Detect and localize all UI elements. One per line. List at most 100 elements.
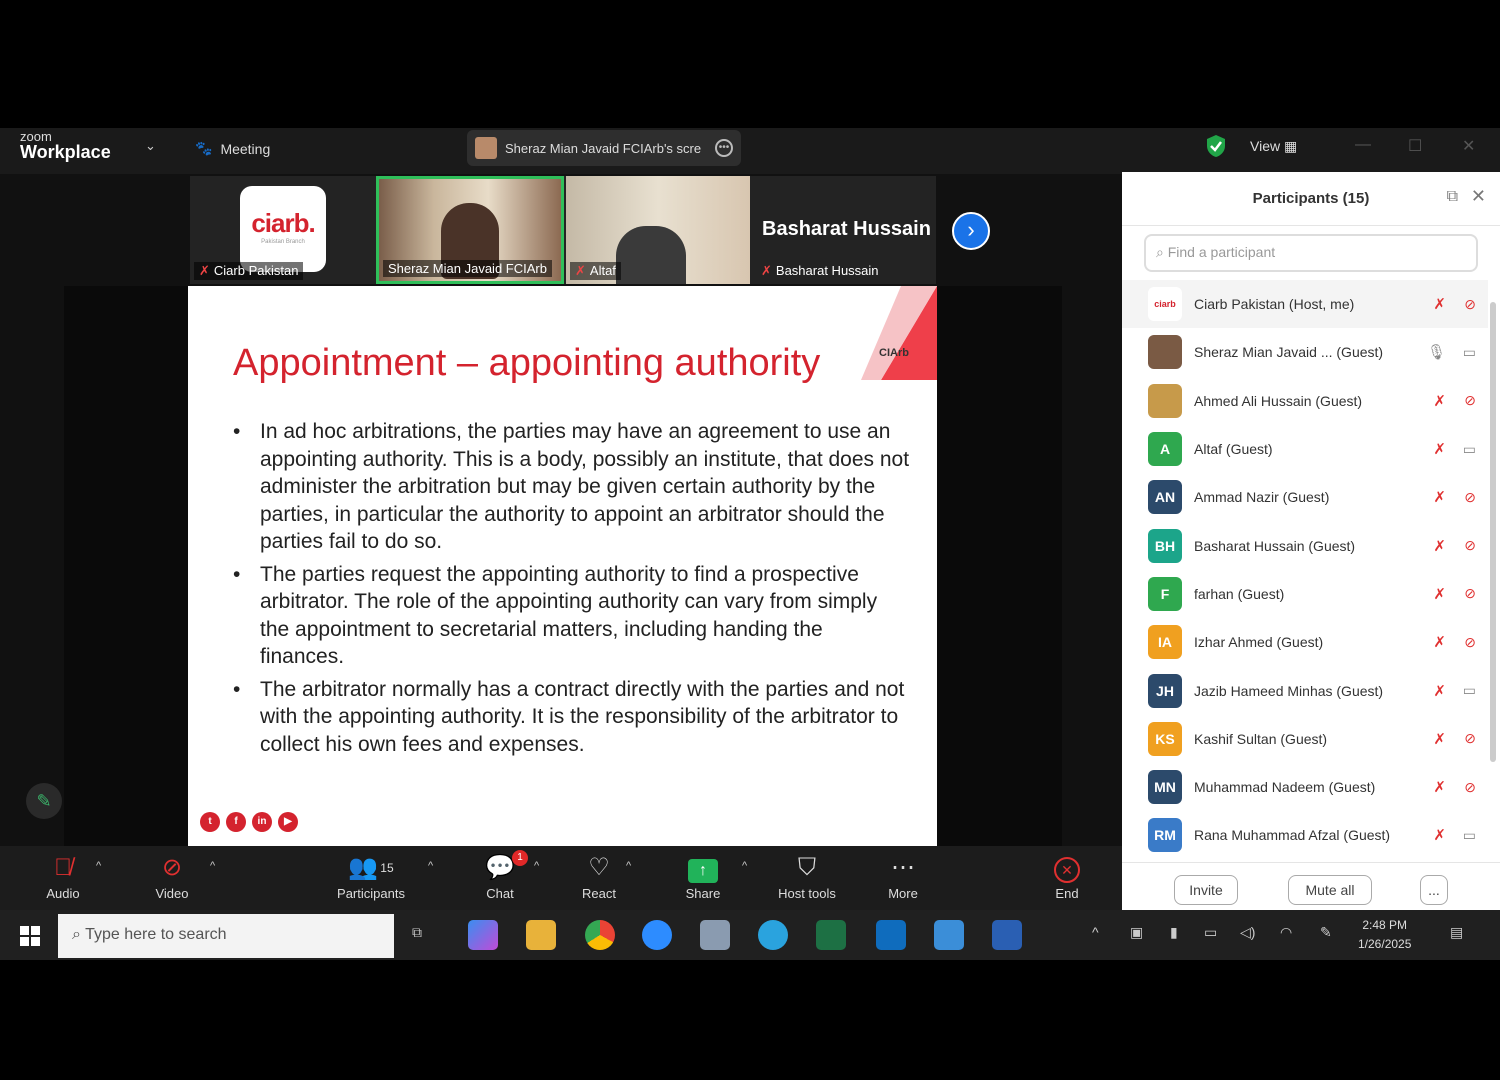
- close-panel-icon[interactable]: ✕: [1471, 186, 1486, 207]
- photos-icon[interactable]: [934, 920, 964, 950]
- participant-name: Izhar Ahmed (Guest): [1194, 634, 1324, 651]
- mic-muted-icon: ✗: [199, 263, 210, 278]
- mic-muted-icon[interactable]: ✗: [1433, 488, 1446, 506]
- more-button[interactable]: ⋯ More: [880, 852, 926, 901]
- participant-row[interactable]: Ahmed Ali Hussain (Guest) ✗ ⊘: [1122, 377, 1488, 425]
- taskbar-search-input[interactable]: ⌕ Type here to search: [58, 914, 394, 958]
- participant-row[interactable]: MN Muhammad Nadeem (Guest) ✗ ⊘: [1122, 763, 1488, 811]
- video-tile-sheraz[interactable]: Sheraz Mian Javaid FCIArb: [376, 176, 564, 284]
- share-button[interactable]: ↑ Share: [680, 852, 726, 901]
- view-button[interactable]: View ▦: [1250, 138, 1297, 155]
- camera-icon[interactable]: ▭: [1463, 344, 1476, 361]
- battery-icon[interactable]: ▭: [1204, 924, 1217, 941]
- host-tools-button[interactable]: ⛉ Host tools: [770, 852, 844, 901]
- telegram-icon[interactable]: [758, 920, 788, 950]
- maximize-icon[interactable]: ☐: [1408, 136, 1422, 156]
- participant-row[interactable]: Sheraz Mian Javaid ... (Guest) 🎙 ▭: [1122, 328, 1488, 376]
- participant-row[interactable]: KS Kashif Sultan (Guest) ✗ ⊘: [1122, 715, 1488, 763]
- participant-row[interactable]: A Altaf (Guest) ✗ ▭: [1122, 425, 1488, 473]
- file-explorer-icon[interactable]: [526, 920, 556, 950]
- react-caret-icon[interactable]: ^: [626, 860, 631, 872]
- share-caret-icon[interactable]: ^: [742, 860, 747, 872]
- annotate-pen-icon[interactable]: ✎: [26, 783, 62, 819]
- tray-mic-icon[interactable]: ▮: [1170, 924, 1178, 941]
- participant-search-input[interactable]: ⌕ Find a participant: [1144, 234, 1478, 272]
- mic-muted-icon[interactable]: ✗: [1433, 633, 1446, 651]
- camera-icon[interactable]: ▭: [1463, 827, 1476, 844]
- participants-caret-icon[interactable]: ^: [428, 860, 433, 872]
- camera-off-icon[interactable]: ⊘: [1464, 585, 1476, 602]
- next-page-chevron-icon[interactable]: ›: [952, 212, 990, 250]
- camera-off-icon[interactable]: ⊘: [1464, 537, 1476, 554]
- camera-off-icon[interactable]: ⊘: [1464, 296, 1476, 313]
- participant-name: Rana Muhammad Afzal (Guest): [1194, 827, 1391, 844]
- copilot-icon[interactable]: [468, 920, 498, 950]
- chat-caret-icon[interactable]: ^: [534, 860, 539, 872]
- tray-chevron-up-icon[interactable]: ^: [1092, 924, 1099, 940]
- tray-app-icon[interactable]: ▣: [1130, 924, 1143, 941]
- notifications-icon[interactable]: ▤: [1450, 924, 1463, 941]
- popout-icon[interactable]: ⧉: [1447, 188, 1458, 206]
- mute-all-button[interactable]: Mute all: [1288, 875, 1372, 905]
- panel-scrollbar[interactable]: [1490, 302, 1496, 762]
- video-button[interactable]: ⊘ Video: [148, 852, 196, 901]
- meeting-menu[interactable]: 🐾 Meeting: [195, 140, 270, 157]
- windows-start-icon[interactable]: [20, 926, 40, 946]
- chat-button[interactable]: 💬 1 Chat: [478, 850, 528, 901]
- participant-row[interactable]: Ffarhan (Guest) ✗ ⊘: [1122, 570, 1488, 618]
- zoom-app-icon[interactable]: [642, 920, 672, 950]
- panel-footer: Invite Mute all ...: [1122, 862, 1500, 916]
- pen-tray-icon[interactable]: ✎: [1320, 924, 1332, 941]
- mic-muted-icon[interactable]: ✗: [1433, 295, 1446, 313]
- mic-icon[interactable]: 🎙: [1427, 343, 1446, 361]
- end-button[interactable]: ✕ End: [1048, 852, 1086, 901]
- react-button[interactable]: ♡ React: [576, 852, 622, 901]
- video-tile-altaf[interactable]: ✗ Altaf: [566, 176, 750, 284]
- mic-muted-icon[interactable]: ✗: [1433, 826, 1446, 844]
- excel-icon[interactable]: [816, 920, 846, 950]
- more-icon[interactable]: •••: [715, 139, 733, 157]
- chevron-down-icon[interactable]: ⌄: [145, 138, 156, 154]
- mic-muted-icon[interactable]: ✗: [1433, 682, 1446, 700]
- video-tile-basharat[interactable]: Basharat Hussain ✗ Basharat Hussain: [752, 176, 936, 284]
- volume-icon[interactable]: ◁): [1240, 924, 1255, 941]
- participant-row[interactable]: JH Jazib Hameed Minhas (Guest) ✗ ▭: [1122, 666, 1488, 714]
- panel-more-button[interactable]: ...: [1420, 875, 1448, 905]
- camera-off-icon[interactable]: ⊘: [1464, 489, 1476, 506]
- chrome-icon[interactable]: [585, 920, 615, 950]
- word-icon[interactable]: [992, 920, 1022, 950]
- network-icon[interactable]: ◠: [1280, 924, 1292, 941]
- mic-muted-icon[interactable]: ✗: [1433, 730, 1446, 748]
- minimize-icon[interactable]: —: [1355, 136, 1371, 154]
- camera-off-icon[interactable]: ⊘: [1464, 779, 1476, 796]
- screen-share-indicator[interactable]: Sheraz Mian Javaid FCIArb's scre •••: [467, 130, 741, 166]
- participant-row[interactable]: BH Basharat Hussain (Guest) ✗ ⊘: [1122, 521, 1488, 569]
- video-options-caret-icon[interactable]: ^: [210, 860, 215, 872]
- participant-row[interactable]: RM Rana Muhammad Afzal (Guest) ✗ ▭: [1122, 811, 1488, 859]
- mic-muted-icon[interactable]: ✗: [1433, 440, 1446, 458]
- invite-button[interactable]: Invite: [1174, 875, 1238, 905]
- close-icon[interactable]: ✕: [1462, 136, 1475, 156]
- mic-muted-icon[interactable]: ✗: [1433, 585, 1446, 603]
- participants-button[interactable]: 👥 15 Participants: [330, 852, 412, 901]
- camera-icon[interactable]: ▭: [1463, 441, 1476, 458]
- mic-muted-icon[interactable]: ✗: [1433, 537, 1446, 555]
- camera-off-icon[interactable]: ⊘: [1464, 634, 1476, 651]
- audio-options-caret-icon[interactable]: ^: [96, 860, 101, 872]
- outlook-icon[interactable]: [876, 920, 906, 950]
- camera-off-icon[interactable]: ⊘: [1464, 730, 1476, 747]
- mic-muted-icon[interactable]: ✗: [1433, 392, 1446, 410]
- app-icon[interactable]: [700, 920, 730, 950]
- participant-row[interactable]: IA Izhar Ahmed (Guest) ✗ ⊘: [1122, 618, 1488, 666]
- mic-muted-icon[interactable]: ✗: [1433, 778, 1446, 796]
- taskbar-clock[interactable]: 2:48 PM 1/26/2025: [1358, 916, 1411, 954]
- participant-row[interactable]: AN Ammad Nazir (Guest) ✗ ⊘: [1122, 473, 1488, 521]
- encryption-shield-icon[interactable]: [1205, 134, 1227, 158]
- video-tile-ciarb[interactable]: ciarb. Pakistan Branch ✗ Ciarb Pakistan: [190, 176, 374, 284]
- camera-off-icon[interactable]: ⊘: [1464, 392, 1476, 409]
- participant-row[interactable]: ciarb Ciarb Pakistan (Host, me) ✗ ⊘: [1122, 280, 1488, 329]
- panel-title: Participants (15): [1252, 190, 1370, 207]
- camera-icon[interactable]: ▭: [1463, 682, 1476, 699]
- audio-button[interactable]: 🎙̸ Audio: [38, 852, 88, 901]
- task-view-icon[interactable]: ⧉: [412, 924, 422, 941]
